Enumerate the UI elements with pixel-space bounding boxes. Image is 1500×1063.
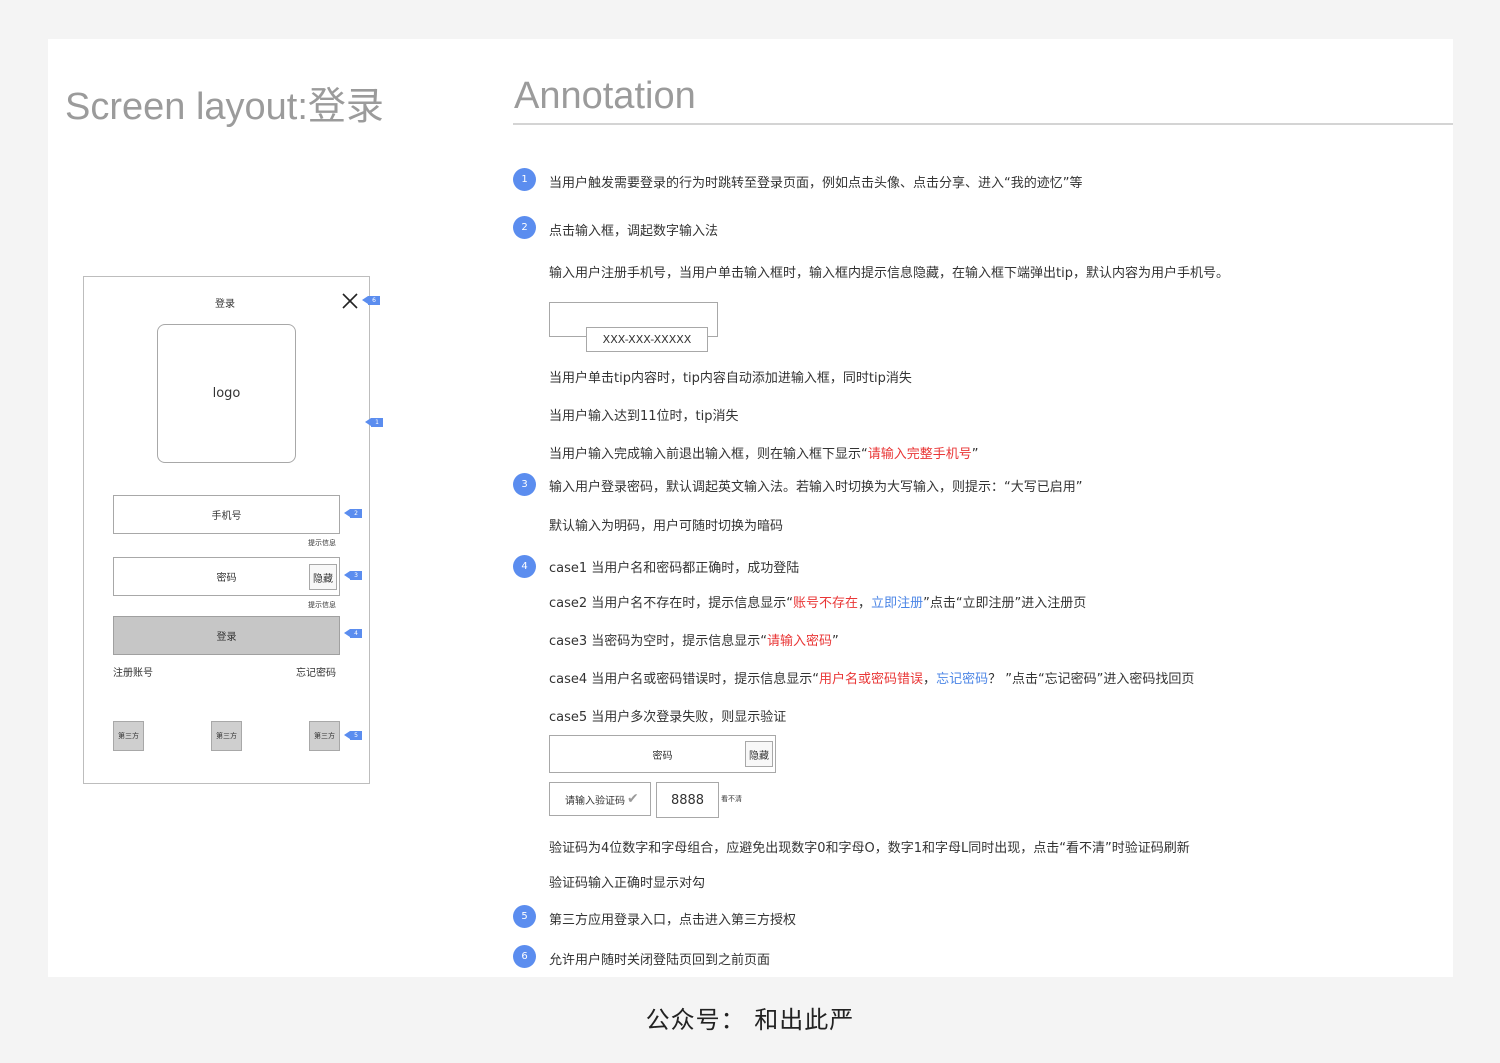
wf-tag-1: 1 — [365, 418, 383, 427]
wf-login-label: 登录 — [216, 632, 237, 643]
annotation-2-tip-click: 当用户单击tip内容时，tip内容自动添加进输入框，同时tip消失 — [549, 371, 912, 386]
annotation-6-text: 允许用户随时关闭登陆页回到之前页面 — [549, 953, 771, 968]
annotation-captcha-check: 验证码输入正确时显示对勾 — [549, 876, 706, 891]
wf-third-party-3[interactable]: 第三方 — [309, 721, 340, 751]
annotation-2-text: 点击输入框，调起数字输入法 — [549, 224, 719, 239]
check-icon: ✔ — [627, 791, 639, 807]
annotation-2e-pre: 当用户输入完成输入前退出输入框，则在输入框下显示“ — [549, 447, 868, 462]
case2-post: ”点击“立即注册”进入注册页 — [923, 596, 1087, 611]
wf-title: 登录 — [215, 299, 235, 310]
annotation-case1: case1 当用户名和密码都正确时，成功登陆 — [549, 561, 800, 576]
wf-third-party-1[interactable]: 第三方 — [113, 721, 144, 751]
case3-pre: case3 当密码为空时，提示信息显示“ — [549, 634, 768, 649]
annotation-5-text: 第三方应用登录入口，点击进入第三方授权 — [549, 913, 797, 928]
annotation-2e-post: ” — [971, 447, 979, 462]
annotation-2-detail: 输入用户注册手机号，当用户单击输入框时，输入框内提示信息隐藏，在输入框下端弹出t… — [549, 266, 1229, 281]
wf-phone-label: 手机号 — [211, 511, 242, 522]
heading-divider — [513, 123, 1453, 125]
annotation-case4: case4 当用户名或密码错误时，提示信息显示“用户名或密码错误，忘记密码？ ”… — [549, 668, 1194, 687]
wf-login-button[interactable]: 登录 — [113, 616, 340, 655]
screen-layout-heading: Screen layout:登录 — [65, 86, 384, 128]
case4-forgot-link[interactable]: 忘记密码 — [936, 672, 988, 687]
demo-captcha-input: 请输入验证码 ✔ — [549, 782, 651, 816]
case4-red: 用户名或密码错误 — [819, 672, 924, 687]
annotation-number-1: 1 — [513, 168, 536, 191]
wf-tag-5: 5 — [344, 731, 362, 740]
annotation-3-detail: 默认输入为明码，用户可随时切换为暗码 — [549, 519, 784, 534]
wf-forgot-link[interactable]: 忘记密码 — [296, 664, 336, 679]
annotation-heading: Annotation — [514, 75, 696, 117]
annotation-3-text: 输入用户登录密码，默认调起英文输入法。若输入时切换为大写输入，则提示：“大写已启… — [549, 480, 1083, 495]
demo-captcha-code: 8888 — [656, 782, 719, 818]
wf-third-party-2[interactable]: 第三方 — [211, 721, 242, 751]
case3-red: 请输入密码 — [767, 634, 833, 649]
annotation-case3: case3 当密码为空时，提示信息显示“请输入密码” — [549, 630, 839, 649]
wf-phone-hint: 提示信息 — [308, 539, 336, 547]
case3-post: ” — [832, 634, 839, 649]
wf-phone-input[interactable]: 手机号 — [113, 495, 340, 534]
annotation-1-text: 当用户触发需要登录的行为时跳转至登录页面，例如点击头像、点击分享、进入“我的迹忆… — [549, 176, 1083, 191]
demo-password-input: 密码 隐藏 — [549, 735, 776, 773]
wf-tag-3: 3 — [344, 571, 362, 580]
case4-post: ？ ”点击“忘记密码”进入密码找回页 — [988, 672, 1195, 687]
demo-hide-button: 隐藏 — [745, 741, 773, 767]
annotation-2e-red: 请输入完整手机号 — [867, 447, 972, 462]
case2-red: 账号不存在 — [793, 596, 859, 611]
wf-hide-button[interactable]: 隐藏 — [309, 564, 337, 590]
logo-label: logo — [212, 386, 241, 401]
case4-pre: case4 当用户名或密码错误时，提示信息显示“ — [549, 672, 820, 687]
content-card: Screen layout:登录 Annotation 登录 logo 手机号 … — [48, 39, 1453, 977]
wf-tag-4: 4 — [344, 629, 362, 638]
demo-tip: XXX-XXX-XXXXX — [586, 327, 708, 352]
annotation-number-5: 5 — [513, 905, 536, 928]
annotation-captcha-rule: 验证码为4位数字和字母组合，应避免出现数字0和字母O，数字1和字母L同时出现，点… — [549, 841, 1190, 856]
close-icon[interactable] — [341, 292, 359, 310]
wf-password-hint: 提示信息 — [308, 601, 336, 609]
case2-sep: ， — [858, 596, 872, 611]
annotation-number-4: 4 — [513, 555, 536, 578]
demo-refresh-link: 看不清 — [721, 795, 742, 803]
annotation-2-incomplete: 当用户输入完成输入前退出输入框，则在输入框下显示“请输入完整手机号” — [549, 443, 979, 462]
logo-placeholder: logo — [157, 324, 296, 463]
wf-register-link[interactable]: 注册账号 — [113, 664, 153, 679]
annotation-number-3: 3 — [513, 473, 536, 496]
footer-account: 公众号： 和出此严 — [645, 1006, 855, 1034]
annotation-2-tip-hide: 当用户输入达到11位时，tip消失 — [549, 409, 739, 424]
demo-tip-label: XXX-XXX-XXXXX — [602, 333, 692, 346]
annotation-case5: case5 当用户多次登录失败，则显示验证 — [549, 710, 787, 725]
annotation-number-2: 2 — [513, 216, 536, 239]
wf-password-label: 密码 — [216, 573, 237, 584]
annotation-number-6: 6 — [513, 945, 536, 968]
case2-pre: case2 当用户名不存在时，提示信息显示“ — [549, 596, 794, 611]
demo-password-label: 密码 — [652, 750, 673, 762]
wf-tag-2: 2 — [344, 509, 362, 518]
wf-password-input[interactable]: 密码 隐藏 — [113, 557, 340, 596]
case4-sep: ， — [923, 672, 937, 687]
case2-register-link[interactable]: 立即注册 — [871, 596, 923, 611]
wf-tag-6: 6 — [362, 296, 380, 305]
demo-captcha-placeholder: 请输入验证码 — [565, 795, 625, 807]
login-wireframe: 登录 logo 手机号 提示信息 密码 隐藏 提示信息 登录 注册账号 忘记密码… — [83, 276, 370, 784]
annotation-case2: case2 当用户名不存在时，提示信息显示“账号不存在，立即注册”点击“立即注册… — [549, 592, 1086, 611]
